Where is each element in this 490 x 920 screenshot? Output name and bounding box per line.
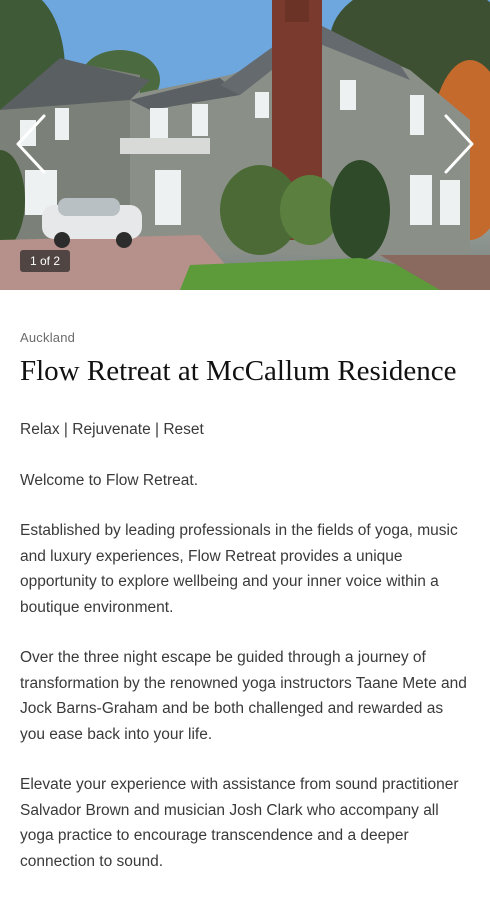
listing-details: Auckland Flow Retreat at McCallum Reside… <box>0 330 490 874</box>
description-paragraph: Established by leading professionals in … <box>20 522 458 616</box>
chevron-right-icon <box>444 114 474 174</box>
gallery-next-button[interactable] <box>442 112 476 176</box>
description-paragraph: Elevate your experience with assistance … <box>20 776 459 870</box>
description-paragraph: Welcome to Flow Retreat. <box>20 471 199 489</box>
gallery-prev-button[interactable] <box>14 112 48 176</box>
tagline: Relax | Rejuvenate | Reset <box>20 421 204 438</box>
house-photo <box>0 0 490 290</box>
hero-image-gallery[interactable]: 1 of 2 <box>0 0 490 290</box>
page-title: Flow Retreat at McCallum Residence <box>20 355 457 387</box>
chevron-left-icon <box>16 114 46 174</box>
description-paragraph: Over the three night escape be guided th… <box>20 649 467 743</box>
gallery-counter: 1 of 2 <box>20 250 71 272</box>
location-label: Auckland <box>20 330 76 345</box>
